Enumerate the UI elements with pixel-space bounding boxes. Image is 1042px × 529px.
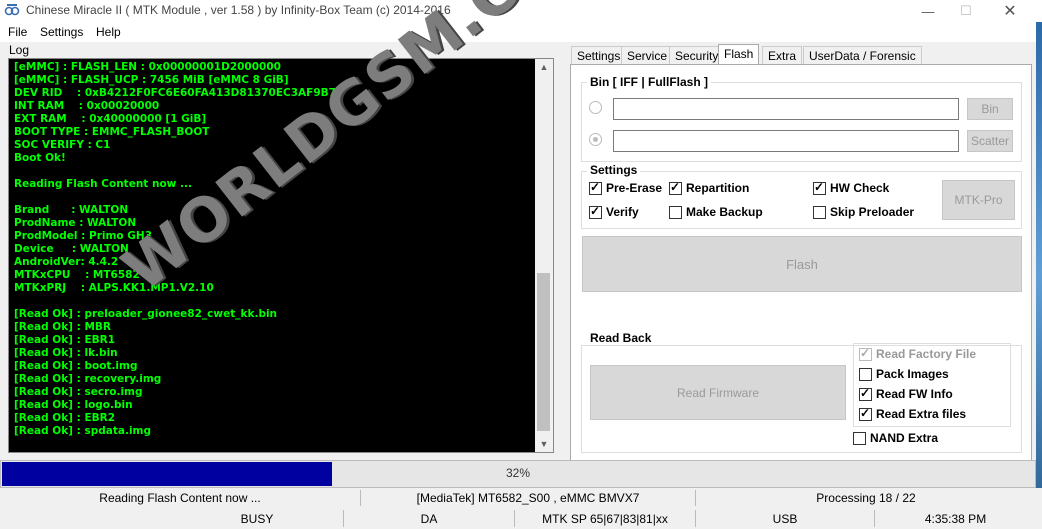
menu-settings[interactable]: Settings: [40, 25, 83, 39]
verify-label: Verify: [606, 205, 639, 219]
verify-option[interactable]: Verify: [589, 204, 639, 219]
mtk-pro-button[interactable]: MTK-Pro: [942, 180, 1015, 220]
read-fw-info-option[interactable]: Read FW Info: [859, 386, 953, 401]
menu-help[interactable]: Help: [96, 25, 121, 39]
verify-checkbox[interactable]: [589, 204, 602, 219]
tab-security[interactable]: Security: [669, 46, 725, 65]
status-connection: USB: [772, 512, 798, 526]
hw-check-label: HW Check: [830, 181, 890, 195]
repartition-label: Repartition: [686, 181, 750, 195]
status-time: 4:35:38 PM: [924, 512, 987, 526]
repartition-option[interactable]: Repartition: [669, 180, 750, 195]
scroll-down-arrow-icon[interactable]: ▼: [535, 436, 553, 452]
log-line: [Read Ok] : MBR: [14, 321, 112, 333]
flash-button[interactable]: Flash: [582, 236, 1022, 292]
status-bar-secondary: BUSY DA MTK SP 65|67|83|81|xx USB 4:35:3…: [0, 508, 1042, 529]
status-port: MTK SP 65|67|83|81|xx: [542, 512, 668, 526]
tab-flash[interactable]: Flash: [718, 44, 760, 66]
progress-percent: 32%: [505, 466, 531, 480]
hw-check-checkbox[interactable]: [813, 180, 826, 195]
nand-extra-option[interactable]: NAND Extra: [853, 431, 938, 445]
log-text: [eMMC] : FLASH_LEN : 0x00000001D2000000[…: [14, 61, 534, 438]
tab-service[interactable]: Service: [621, 46, 674, 65]
make-backup-checkbox[interactable]: [669, 205, 682, 219]
pack-images-label: Pack Images: [876, 367, 949, 381]
log-line: [Read Ok] : boot.img: [14, 360, 138, 372]
repartition-checkbox[interactable]: [669, 180, 682, 195]
make-backup-label: Make Backup: [686, 205, 763, 219]
log-scrollbar[interactable]: ▲ ▼: [535, 59, 553, 452]
window-title: Chinese Miracle II ( MTK Module , ver 1.…: [26, 3, 451, 17]
read-fw-info-label: Read FW Info: [876, 387, 953, 401]
close-button[interactable]: ✕: [990, 0, 1030, 22]
progress-bar: 32%: [0, 460, 1036, 488]
nand-extra-checkbox[interactable]: [853, 431, 866, 445]
bin-radio[interactable]: [589, 101, 602, 114]
read-factory-file-checkbox[interactable]: [859, 346, 872, 361]
read-extra-files-checkbox[interactable]: [859, 406, 872, 421]
log-line: [Read Ok] : logo.bin: [14, 399, 133, 411]
log-line: INT RAM : 0x00020000: [14, 100, 160, 112]
pre-erase-option[interactable]: Pre-Erase: [589, 180, 663, 195]
read-factory-file-label: Read Factory File: [876, 347, 977, 361]
scroll-thumb[interactable]: [537, 273, 550, 431]
skip-preloader-checkbox[interactable]: [813, 205, 826, 219]
status-bar-primary: Reading Flash Content now ... [MediaTek]…: [0, 488, 1042, 508]
status-device: [MediaTek] MT6582_S00 , eMMC BMVX7: [416, 491, 640, 505]
settings-group-title: Settings: [587, 163, 641, 177]
read-back-title: Read Back: [587, 331, 655, 345]
hw-check-option[interactable]: HW Check: [813, 180, 890, 195]
pre-erase-checkbox[interactable]: [589, 180, 602, 195]
minimize-button[interactable]: —: [908, 0, 948, 22]
log-line: MTKxCPU : MT6582: [14, 269, 140, 281]
log-line: [Read Ok] : EBR1: [14, 334, 116, 346]
pre-erase-label: Pre-Erase: [606, 181, 663, 195]
scatter-path-field[interactable]: [613, 130, 959, 152]
menu-bar: File Settings Help: [0, 22, 1042, 42]
tab-settings[interactable]: Settings: [571, 46, 627, 65]
app-logo-icon: [4, 4, 20, 16]
log-line: [Read Ok] : recovery.img: [14, 373, 162, 385]
status-mode: DA: [420, 512, 438, 526]
read-extra-files-label: Read Extra files: [876, 407, 967, 421]
tab-extra[interactable]: Extra: [762, 46, 803, 65]
log-line: MTKxPRJ : ALPS.KK1.MP1.V2.10: [14, 282, 214, 294]
log-line: [Read Ok] : preloader_gionee82_cwet_kk.b…: [14, 308, 278, 320]
flash-tab-panel: Bin [ IFF | FullFlash ] Bin Scatter Sett…: [570, 64, 1032, 461]
tab-userdata-forensic[interactable]: UserData / Forensic: [803, 46, 922, 65]
scroll-up-arrow-icon[interactable]: ▲: [535, 59, 553, 75]
read-extra-files-option[interactable]: Read Extra files: [859, 406, 967, 421]
bin-path-field[interactable]: [613, 98, 959, 120]
pack-images-checkbox[interactable]: [859, 367, 872, 381]
log-line: [Read Ok] : lk.bin: [14, 347, 118, 359]
pack-images-option[interactable]: Pack Images: [859, 367, 949, 381]
log-line: [Read Ok] : EBR2: [14, 412, 116, 424]
log-line: [eMMC] : FLASH_UCP : 7456 MiB [eMMC 8 Gi…: [14, 74, 289, 86]
log-line: ProdModel : Primo GH3: [14, 230, 153, 242]
make-backup-option[interactable]: Make Backup: [669, 205, 763, 219]
menu-file[interactable]: File: [8, 25, 27, 39]
read-firmware-button[interactable]: Read Firmware: [590, 365, 846, 420]
bin-button[interactable]: Bin: [967, 98, 1013, 120]
skip-preloader-option[interactable]: Skip Preloader: [813, 205, 914, 219]
maximize-button[interactable]: ☐: [946, 0, 986, 22]
skip-preloader-label: Skip Preloader: [830, 205, 915, 219]
log-line: [Read Ok] : spdata.img: [14, 425, 151, 437]
log-line: DEV RID : 0xB4212F0FC6E60FA413D81370EC3A…: [14, 87, 336, 99]
log-line: Device : WALTON: [14, 243, 129, 255]
nand-extra-label: NAND Extra: [870, 431, 939, 445]
log-label: Log: [9, 43, 30, 57]
log-line: ProdName : WALTON: [14, 217, 137, 229]
log-line: [Read Ok] : secro.img: [14, 386, 143, 398]
bin-group-title: Bin [ IFF | FullFlash ]: [587, 75, 712, 89]
scatter-radio[interactable]: [589, 133, 602, 146]
scatter-button[interactable]: Scatter: [967, 130, 1013, 152]
log-line: AndroidVer: 4.4.2: [14, 256, 119, 268]
read-fw-info-checkbox[interactable]: [859, 386, 872, 401]
desktop-background: [1036, 22, 1042, 529]
status-processing: Processing 18 / 22: [816, 491, 916, 505]
status-message: Reading Flash Content now ...: [99, 491, 261, 505]
read-factory-file-option[interactable]: Read Factory File: [859, 346, 977, 361]
